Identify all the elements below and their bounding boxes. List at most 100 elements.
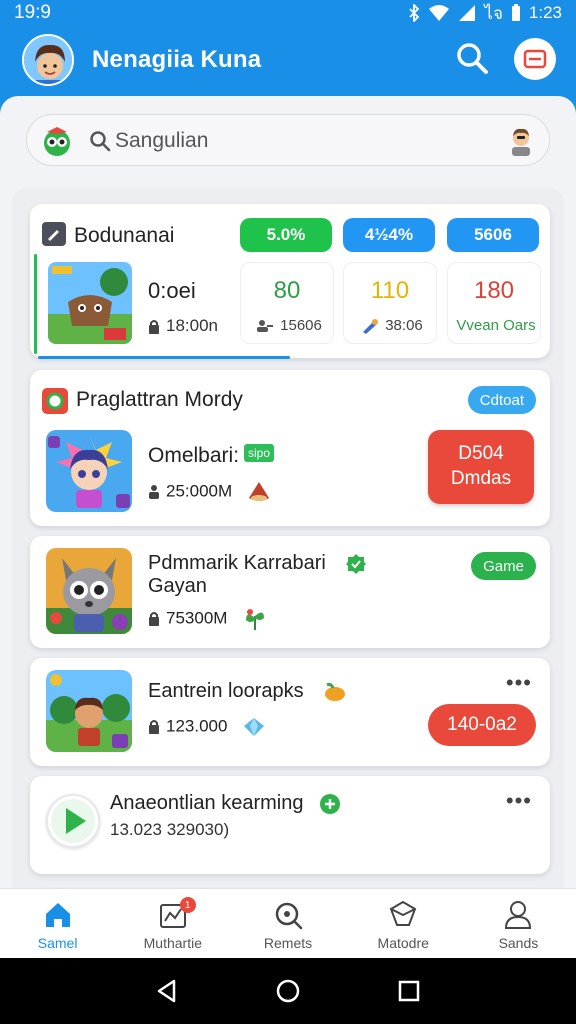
item-meta: 75300M xyxy=(148,606,268,632)
search-bar[interactable]: Sangulian xyxy=(26,114,550,166)
add-icon xyxy=(320,793,341,814)
game-card[interactable]: Anaeontlian kearming 13.023 329030) ••• xyxy=(30,776,550,874)
lock-icon xyxy=(149,319,159,334)
item-name: 0:oei xyxy=(148,278,196,303)
search-icon xyxy=(457,43,488,74)
person-icon xyxy=(505,901,532,929)
stat-sub: Vvean Oars xyxy=(456,317,536,334)
edit-icon xyxy=(42,222,66,246)
home-circle-icon[interactable] xyxy=(275,978,301,1004)
status-clock: 1:23 xyxy=(528,3,562,22)
back-icon[interactable] xyxy=(154,978,180,1004)
lock-icon xyxy=(149,612,159,626)
item-meta-text: 75300M xyxy=(166,608,228,628)
game-button[interactable]: Game xyxy=(471,552,536,580)
item-meta: 13.023 329030) xyxy=(110,820,230,839)
item-name-line1: Pdmmarik Karrabari xyxy=(148,552,326,574)
nav-label: Remets xyxy=(263,935,313,951)
game-card[interactable]: Pdmmarik Karrabari Gayan 75300M Game xyxy=(30,536,550,648)
stat-box: 180 Vvean Oars xyxy=(447,262,541,344)
stat-value: 180 xyxy=(473,277,515,304)
play-icon xyxy=(51,799,95,843)
item-name: Pdmmarik Karrabari Gayan xyxy=(148,552,378,598)
stat-pill[interactable]: 5606 xyxy=(447,218,539,252)
header-action-button[interactable] xyxy=(514,38,556,80)
game-thumbnail[interactable] xyxy=(48,262,132,344)
box-icon xyxy=(523,49,547,69)
recents-icon[interactable] xyxy=(396,978,422,1004)
shield-icon xyxy=(389,900,417,926)
nav-item-home[interactable]: Samel xyxy=(0,889,115,958)
item-meta: 123.000 xyxy=(148,716,266,738)
stat-pill[interactable]: 5.0% xyxy=(240,218,332,252)
bottom-navigation: Samel 1 Muthartie Remets Matodre Sands xyxy=(0,888,576,958)
play-button[interactable] xyxy=(46,794,100,848)
nav-item-profile[interactable]: Sands xyxy=(461,889,576,958)
item-tag: sipo xyxy=(244,444,275,462)
mascot-icon xyxy=(44,127,70,156)
stat-sub-text: 38:06 xyxy=(385,317,423,334)
popular-card[interactable]: Praglattran Mordy Cdtoat Omelbari: sipo … xyxy=(30,370,550,526)
nav-item-stats[interactable]: 1 Muthartie xyxy=(115,889,230,958)
game-thumbnail[interactable] xyxy=(46,548,132,634)
action-button[interactable]: D504 Dmdas xyxy=(428,430,534,504)
pill-label: 5606 xyxy=(474,225,512,244)
avatar[interactable] xyxy=(22,34,74,86)
progress-fill xyxy=(38,356,290,359)
more-options-icon[interactable]: ••• xyxy=(506,670,532,696)
wifi-icon xyxy=(429,5,450,21)
stat-box: 110 38:06 xyxy=(343,262,437,344)
user-avatar-icon[interactable] xyxy=(505,124,537,156)
item-meta: 18:00n xyxy=(148,316,218,336)
search-placeholder: Sangulian xyxy=(115,129,209,152)
featured-card[interactable]: Bodunanai 0:oei 18:00n 5.0% 4½4% 5606 80… xyxy=(30,204,550,359)
nav-label: Samel xyxy=(37,935,78,951)
stat-pill[interactable]: 4½4% xyxy=(343,218,435,252)
item-meta-text: 25:000M xyxy=(166,481,233,501)
stat-box: 80 15606 xyxy=(240,262,334,344)
header-search-button[interactable] xyxy=(452,38,492,78)
plant-icon xyxy=(246,609,265,630)
action-button[interactable]: 140-0a2 xyxy=(428,704,536,746)
avatar-image xyxy=(24,36,72,84)
more-options-icon[interactable]: ••• xyxy=(506,788,532,814)
stat-value: 110 xyxy=(370,277,410,304)
home-icon xyxy=(45,903,70,927)
chestnut-icon xyxy=(248,482,269,501)
item-name: Anaeontlian kearming xyxy=(110,792,341,815)
stat-sub: 15606 xyxy=(245,317,333,334)
card-title: Bodunanai xyxy=(74,224,175,247)
item-meta: 25:000M xyxy=(148,480,271,504)
nav-label: Sands xyxy=(498,935,539,951)
progress-bar xyxy=(38,356,542,359)
game-thumbnail[interactable] xyxy=(46,430,132,512)
battery-icon xyxy=(511,4,520,21)
signal-icon xyxy=(459,5,476,21)
app-header: Nenagiia Kuna xyxy=(0,26,576,98)
refresh-icon xyxy=(42,388,68,414)
pill-label: 5.0% xyxy=(266,225,306,244)
nav-item-shield[interactable]: Matodre xyxy=(346,889,461,958)
game-card[interactable]: Eantrein loorapks 123.000 ••• 140-0a2 xyxy=(30,658,550,766)
action-button-line1: D504 xyxy=(458,443,504,465)
person-icon xyxy=(149,485,159,499)
group-icon xyxy=(257,320,274,333)
accent-bar xyxy=(34,254,37,354)
nav-item-search[interactable]: Remets xyxy=(230,889,345,958)
section-badge[interactable]: Cdtoat xyxy=(467,386,536,414)
item-meta-text: 18:00n xyxy=(166,316,218,335)
lock-icon xyxy=(149,720,159,734)
search-icon xyxy=(275,902,303,930)
status-bar: 19:9 ไจ 1:23 xyxy=(0,0,576,26)
pill-label: 4½4% xyxy=(364,225,414,244)
item-name: Omelbari: xyxy=(148,444,240,467)
item-name: Eantrein loorapks xyxy=(148,680,347,703)
fruit-icon xyxy=(325,682,346,701)
search-icon xyxy=(90,131,111,152)
game-thumbnail[interactable] xyxy=(46,670,132,752)
verified-icon xyxy=(346,553,367,574)
tools-icon xyxy=(363,319,379,335)
action-button-line2: Dmdas xyxy=(450,468,512,489)
item-name-line2: Gayan xyxy=(148,575,207,597)
stat-value: 80 xyxy=(273,277,301,304)
